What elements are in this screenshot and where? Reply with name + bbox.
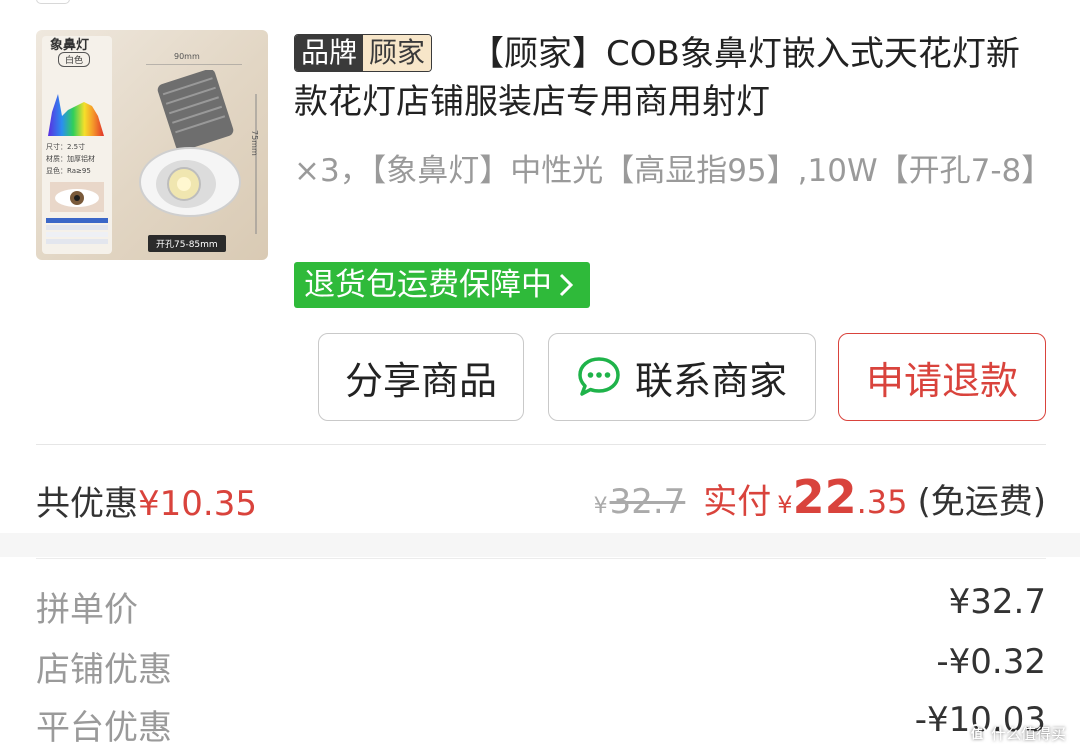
share-product-button[interactable]: 分享商品 (318, 333, 524, 421)
total-saving: 共优惠¥10.35 (36, 476, 257, 525)
return-shipping-badge[interactable]: 退货包运费保障中 (294, 262, 590, 308)
thumbnail-spec-line: 尺寸：2.5寸 (46, 143, 86, 151)
thumbnail-table-graphic (46, 218, 108, 244)
dimension-height-label: 75mm (250, 130, 259, 156)
payment-summary: ¥ 32.7 实付 ¥ 22 .35 (免运费) (594, 470, 1046, 524)
spotlight-graphic (139, 70, 241, 217)
thumbnail-title: 象鼻灯 (50, 38, 90, 53)
paid-symbol: ¥ (777, 491, 793, 519)
light-spectrum-graphic (48, 94, 104, 136)
paid-amount-decimal: .35 (856, 483, 908, 521)
detail-label: 拼单价 (36, 590, 138, 630)
detail-value: -¥0.32 (936, 642, 1046, 682)
brand-tag: 品牌 顾家 (294, 34, 433, 72)
thumbnail-color-tag: 白色 (58, 52, 91, 67)
product-spec: ×3，【象鼻灯】中性光【高显指95】,10W【开孔7-8】 (294, 153, 1053, 189)
divider (36, 444, 1046, 445)
watermark-text: 什么值得买 (990, 725, 1066, 743)
eye-graphic (50, 182, 104, 212)
chevron-right-icon (559, 273, 574, 297)
detail-row-group-price: 拼单价 ¥32.7 (36, 582, 1046, 631)
detail-row-platform-discount: 平台优惠 -¥10.03 (36, 700, 1046, 749)
contact-merchant-button[interactable]: 联系商家 (548, 333, 816, 421)
divider (36, 558, 1046, 559)
contact-merchant-label: 联系商家 (634, 358, 787, 403)
paid-amount-integer: 22 (792, 470, 857, 524)
detail-label: 店铺优惠 (36, 650, 172, 690)
return-shipping-label: 退货包运费保障中 (304, 267, 552, 303)
hole-size-label: 开孔75-85mm (148, 235, 226, 252)
detail-value: ¥32.7 (948, 582, 1046, 622)
brand-tag-label: 品牌 (295, 35, 364, 71)
request-refund-button[interactable]: 申请退款 (838, 333, 1046, 421)
shipping-note: (免运费) (917, 482, 1046, 522)
detail-label: 平台优惠 (36, 708, 172, 748)
site-watermark: 值 什么值得买 (966, 723, 1066, 744)
dimension-width-label: 90mm (174, 52, 200, 61)
original-price: 32.7 (609, 482, 686, 522)
previous-card-edge (36, 0, 70, 4)
detail-row-store-discount: 店铺优惠 -¥0.32 (36, 642, 1046, 691)
paid-label: 实付 (703, 482, 772, 522)
total-saving-amount: ¥10.35 (138, 484, 257, 524)
chat-bubble-icon (578, 357, 620, 396)
product-thumbnail[interactable]: 象鼻灯 白色 尺寸：2.5寸 材质：加厚铝材 显色：Ra≥95 90mm 75m… (36, 30, 268, 260)
thumbnail-spec-line: 显色：Ra≥95 (46, 167, 91, 175)
total-saving-label: 共优惠 (36, 484, 138, 524)
brand-tag-name: 顾家 (363, 35, 432, 71)
request-refund-label: 申请退款 (865, 358, 1018, 403)
thumbnail-spec-line: 材质：加厚铝材 (46, 155, 95, 163)
original-price-symbol: ¥ (593, 494, 608, 519)
section-gap (0, 533, 1080, 557)
share-product-label: 分享商品 (344, 358, 497, 403)
watermark-logo-icon: 值 (966, 723, 987, 744)
